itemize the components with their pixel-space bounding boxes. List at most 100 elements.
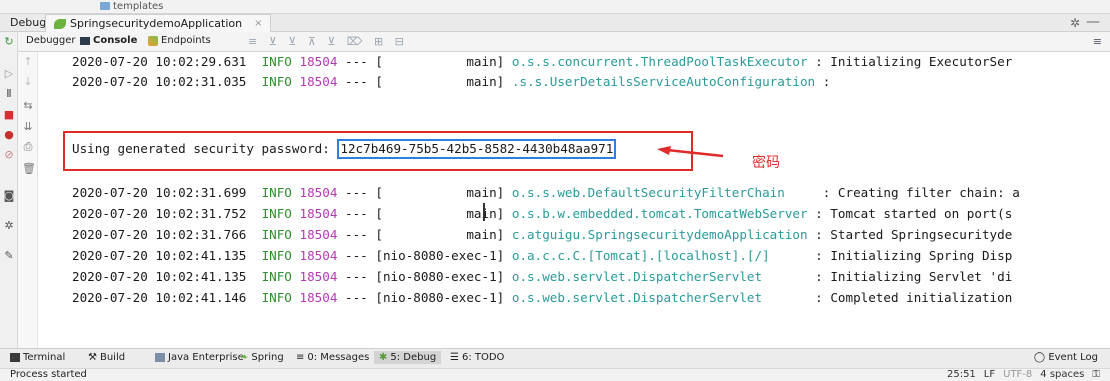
log-logger[interactable]: o.s.s.concurrent.ThreadPoolTaskExecutor [512,54,808,69]
templates-folder[interactable]: templates [100,1,163,12]
log-pid: 18504 [299,74,338,89]
text-cursor [483,203,485,221]
resume-icon[interactable]: ▷ [3,68,15,80]
tab-build[interactable]: ⚒ Build [88,352,125,363]
layout-settings-icon[interactable]: ≡ [1093,35,1102,48]
tab-messages[interactable]: ≡ 0: Messages [296,352,369,363]
log-separator: --- [345,185,368,200]
log-level: INFO [261,54,292,69]
password-line: Using generated security password: 12c7b… [72,139,617,159]
log-logger[interactable]: o.s.b.w.embedded.tomcat.TomcatWebServer [512,206,808,221]
log-logger[interactable]: .s.s.UserDetailsServiceAutoConfiguration [512,74,815,89]
soft-wrap-icon[interactable]: ⇆ [22,99,34,112]
tab-endpoints-label: Endpoints [161,35,211,46]
log-level: INFO [261,269,292,284]
pin-icon[interactable]: ✎ [3,250,15,262]
tab-spring[interactable]: ❧ Spring [240,352,284,363]
camera-icon[interactable]: ◙ [3,190,15,202]
log-thread: [nio-8080-exec-1] [375,248,505,263]
log-timestamp: 2020-07-20 10:02:41.146 [72,290,247,305]
file-encoding[interactable]: UTF-8 [1003,369,1032,380]
folder-icon [100,2,110,10]
tab-messages-label: 0: Messages [307,352,370,363]
tab-todo-label: 6: TODO [461,352,505,363]
log-separator: --- [345,206,368,221]
log-timestamp: 2020-07-20 10:02:31.035 [72,74,247,89]
tab-debugger[interactable]: Debugger [26,35,76,46]
log-thread: [ main] [375,74,505,89]
indent-setting[interactable]: 4 spaces [1040,369,1084,380]
caret-position[interactable]: 25:51 [947,369,976,380]
event-log-button[interactable]: ◯ Event Log [1034,352,1098,363]
tab-console[interactable]: Console [80,35,137,46]
scroll-up-icon[interactable]: ↑ [22,55,34,68]
hammer-icon: ⚒ [88,352,97,363]
log-message: : Completed initialization [762,290,1013,305]
log-thread: [nio-8080-exec-1] [375,290,505,305]
password-annotation: 密码 [752,155,780,171]
log-separator: --- [345,248,368,263]
settings-icon[interactable]: ✲ [3,220,15,232]
log-logger[interactable]: c.atguigu.SpringsecuritydemoApplication [512,227,808,242]
log-thread: [ main] [375,227,505,242]
scroll-down-icon[interactable]: ↓ [22,75,34,88]
log-level: INFO [261,290,292,305]
scroll-to-end-icon[interactable]: ⇊ [22,120,34,133]
tab-terminal[interactable]: Terminal [10,352,65,363]
pause-icon[interactable]: Ⅱ [3,88,15,100]
log-timestamp: 2020-07-20 10:02:41.135 [72,248,247,263]
print-icon[interactable]: ⎙ [22,140,34,154]
minimize-icon[interactable]: — [1086,14,1100,30]
log-level: INFO [261,248,292,263]
log-line: 2020-07-20 10:02:41.135 INFO 18504 --- [… [72,246,1012,266]
tool-window-bar: Terminal ⚒ Build Java Enterprise ❧ Spring … [0,348,1110,368]
log-thread: [nio-8080-exec-1] [375,269,505,284]
templates-folder-label: templates [113,1,164,12]
view-breakpoints-icon[interactable]: ● [3,129,15,141]
rerun-icon[interactable]: ↻ [3,36,15,48]
log-pid: 18504 [299,269,338,284]
clear-all-icon[interactable]: 🗑 [22,162,36,175]
log-separator: --- [345,290,368,305]
log-message: : Initializing Servlet 'di [762,269,1013,284]
mute-breakpoints-icon[interactable]: ⊘ [3,149,15,161]
log-logger[interactable]: o.s.web.servlet.DispatcherServlet [512,290,762,305]
stop-icon[interactable]: ■ [3,109,15,121]
log-line: 2020-07-20 10:02:29.631 INFO 18504 --- [… [72,52,1012,72]
close-icon[interactable]: × [254,18,262,29]
log-logger[interactable]: o.a.c.c.C.[Tomcat].[localhost].[/] [512,248,770,263]
line-separator[interactable]: LF [984,369,995,380]
tab-build-label: Build [99,352,126,363]
terminal-icon [10,353,20,362]
log-message: : Initializing Spring Disp [769,248,1013,263]
log-pid: 18504 [299,290,338,305]
tab-debug[interactable]: ✱ 5: Debug [374,351,442,364]
status-message: Process started [10,369,87,380]
step-actions-icons[interactable]: ≡ ⊻ ⊻ ⊼ ⊻ ⌦ ⊞ ⊟ [248,35,408,48]
tab-console-label: Console [93,35,138,46]
annotation-arrow-icon [657,146,724,158]
debug-label: Debug: [10,16,50,29]
log-message: : Started Springsecurityde [807,227,1013,242]
tab-endpoints[interactable]: Endpoints [148,35,211,46]
log-timestamp: 2020-07-20 10:02:31.752 [72,206,247,221]
console-output[interactable]: 2020-07-20 10:02:29.631 INFO 18504 --- [… [38,52,1110,348]
log-level: INFO [261,185,292,200]
log-line: 2020-07-20 10:02:31.035 INFO 18504 --- [… [72,72,830,92]
project-tree-strip: templates [0,0,1110,14]
log-timestamp: 2020-07-20 10:02:29.631 [72,54,247,69]
generated-password[interactable]: 12c7b469-75b5-42b5-8582-4430b48aa971 [337,139,617,159]
log-timestamp: 2020-07-20 10:02:41.135 [72,269,247,284]
run-config-tab[interactable]: SpringsecuritydemoApplication × [45,14,272,32]
tab-java-enterprise[interactable]: Java Enterprise [155,352,244,363]
lock-icon[interactable]: ⚿ [1092,369,1100,380]
status-bar: Process started 25:51 LF UTF-8 4 spaces … [0,368,1110,381]
log-line: 2020-07-20 10:02:31.699 INFO 18504 --- [… [72,183,1020,203]
tab-todo[interactable]: ☰ 6: TODO [450,352,504,363]
debug-sub-toolbar: Debugger Console Endpoints ≡ ⊻ ⊻ ⊼ ⊻ ⌦ ⊞… [18,32,1110,52]
log-logger[interactable]: o.s.web.servlet.DispatcherServlet [512,269,762,284]
gear-icon[interactable]: ✲ [1070,16,1080,30]
console-icon [80,36,90,45]
log-logger[interactable]: o.s.s.web.DefaultSecurityFilterChain [512,185,785,200]
log-pid: 18504 [299,248,338,263]
